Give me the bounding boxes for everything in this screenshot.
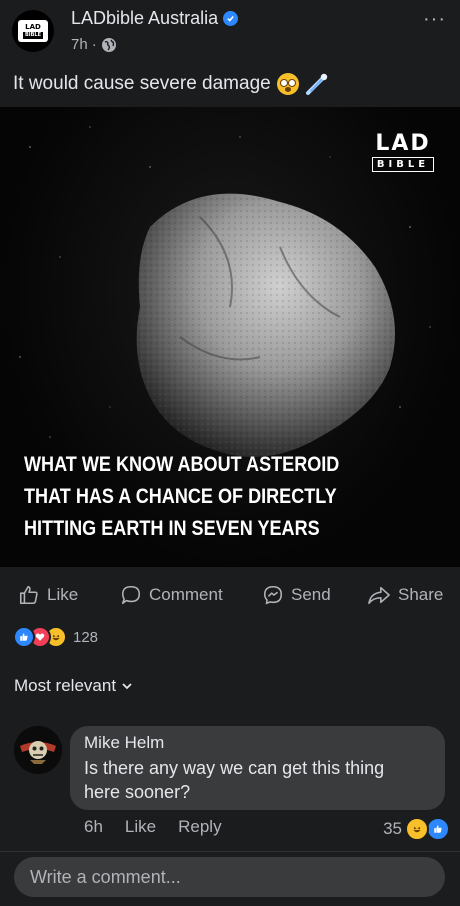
meta-separator: · xyxy=(91,36,97,53)
caption-text: It would cause severe damage xyxy=(13,73,271,94)
watermark-bottom: BIBLE xyxy=(372,157,434,172)
comment-meta: 6h Like Reply xyxy=(84,817,222,837)
post-actions-bar: Like Comment Send Share xyxy=(0,572,460,616)
haha-reaction-icon xyxy=(405,817,429,841)
flushed-emoji-icon xyxy=(276,73,299,95)
like-reaction-icon xyxy=(426,817,450,841)
share-button[interactable]: Share xyxy=(367,584,443,606)
ladbible-watermark: LAD BIBLE xyxy=(372,133,434,172)
post-caption: It would cause severe damage xyxy=(13,72,329,96)
comment-time[interactable]: 6h xyxy=(84,817,103,837)
commenter-avatar[interactable] xyxy=(14,726,62,774)
page-avatar[interactable]: LAD BIBLE xyxy=(12,10,54,52)
like-reaction-icon xyxy=(13,626,35,648)
share-label: Share xyxy=(398,585,444,604)
comment-text: Is there any way we can get this thing h… xyxy=(84,758,385,802)
post-image[interactable]: LAD BIBLE WHAT WE KNOW ABOUT ASTEROID TH… xyxy=(0,107,460,567)
chevron-down-icon xyxy=(122,683,132,690)
comment-input[interactable] xyxy=(14,857,445,897)
thumbs-up-icon xyxy=(19,585,38,605)
comment-label: Comment xyxy=(149,585,223,604)
post-time[interactable]: 7h xyxy=(71,36,88,53)
reaction-count: 128 xyxy=(73,628,99,646)
comet-emoji-icon xyxy=(305,73,327,95)
ladbible-logo: LAD BIBLE xyxy=(18,20,48,42)
reactions-summary[interactable]: 128 xyxy=(13,626,98,648)
comments-sort-dropdown[interactable]: Most relevant xyxy=(14,676,133,696)
image-headline: WHAT WE KNOW ABOUT ASTEROID THAT HAS A C… xyxy=(24,453,340,540)
comment-icon xyxy=(121,585,141,605)
more-options-button[interactable]: ··· xyxy=(423,8,446,31)
post-header: LAD BIBLE LADbible Australia 7h · ··· xyxy=(0,0,460,62)
share-icon xyxy=(368,586,390,605)
like-button[interactable]: Like xyxy=(18,584,78,606)
watermark-top: LAD xyxy=(375,131,431,156)
page-name: LADbible Australia xyxy=(71,8,219,28)
page-name-link[interactable]: LADbible Australia xyxy=(71,8,239,29)
verified-icon xyxy=(223,11,239,26)
comment-composer xyxy=(14,857,445,897)
comment-reaction-count: 35 xyxy=(383,819,402,838)
comment-author[interactable]: Mike Helm xyxy=(84,733,164,753)
comment-like-button[interactable]: Like xyxy=(125,817,156,837)
comment-reply-button[interactable]: Reply xyxy=(178,817,221,837)
composer-divider xyxy=(0,851,460,852)
send-label: Send xyxy=(291,585,331,604)
sort-label: Most relevant xyxy=(14,676,117,695)
comment-reactions[interactable]: 35 xyxy=(383,817,450,841)
globe-icon xyxy=(101,37,116,52)
comment-bubble: Mike Helm Is there any way we can get th… xyxy=(70,726,445,810)
post-meta: 7h · xyxy=(71,36,117,53)
like-label: Like xyxy=(47,585,79,604)
send-button[interactable]: Send xyxy=(262,584,331,606)
messenger-icon xyxy=(263,585,283,605)
comment-button[interactable]: Comment xyxy=(120,584,223,606)
